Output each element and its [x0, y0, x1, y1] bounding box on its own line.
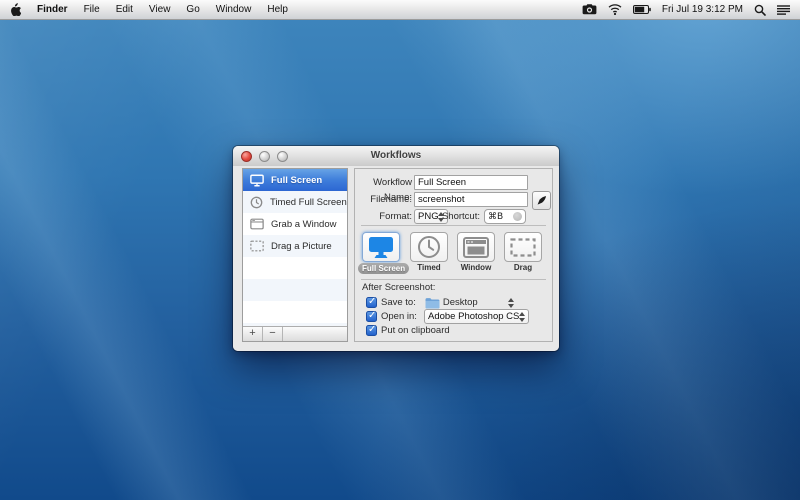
clipboard-row: Put on clipboard: [366, 324, 450, 337]
apple-icon: [10, 3, 21, 16]
list-item-drag-a-picture[interactable]: Drag a Picture: [243, 235, 347, 257]
camera-icon[interactable]: [582, 4, 597, 15]
list-empty-row: [243, 279, 347, 301]
save-to-row: Save to: Desktop: [366, 296, 478, 309]
open-in-checkbox[interactable]: [366, 311, 377, 322]
timer-icon: [250, 196, 263, 209]
shortcut-value: ⌘B: [488, 212, 513, 222]
save-to-label: Save to:: [381, 297, 416, 308]
save-to-stepper-icon[interactable]: [508, 298, 514, 308]
window-content: Full Screen Timed Full Screen Grab a Win…: [233, 166, 559, 351]
menu-item-view[interactable]: View: [141, 0, 179, 19]
marquee-icon: [250, 240, 264, 252]
list-item-label: Grab a Window: [271, 219, 336, 230]
type-button-drag[interactable]: [504, 232, 542, 262]
type-label-drag: Drag: [504, 263, 542, 272]
close-button[interactable]: [241, 151, 252, 162]
display-icon: [250, 174, 264, 187]
workflow-name-label: Workflow Name:: [355, 175, 412, 190]
section-divider: [361, 225, 546, 226]
list-item-grab-a-window[interactable]: Grab a Window: [243, 213, 347, 235]
list-item-full-screen[interactable]: Full Screen: [243, 169, 347, 191]
spotlight-icon[interactable]: [754, 4, 766, 16]
type-button-timed[interactable]: [410, 232, 448, 262]
list-empty-row: [243, 257, 347, 279]
clear-shortcut-icon[interactable]: [513, 212, 522, 221]
open-in-row: Open in:: [366, 310, 417, 323]
menu-clock[interactable]: Fri Jul 19 3:12 PM: [662, 4, 743, 15]
save-to-checkbox[interactable]: [366, 297, 377, 308]
folder-icon: [425, 297, 440, 309]
add-workflow-button[interactable]: +: [243, 327, 263, 341]
list-item-label: Drag a Picture: [271, 241, 332, 252]
timer-icon: [417, 235, 441, 259]
list-footer: + −: [243, 326, 347, 341]
open-in-value: Adobe Photoshop CS5: [428, 311, 519, 322]
open-in-label: Open in:: [381, 311, 417, 322]
menu-bar: Finder File Edit View Go Window Help Fri…: [0, 0, 800, 20]
list-item-label: Timed Full Screen: [270, 197, 347, 208]
stepper-icon: [519, 312, 525, 322]
list-item-label: Full Screen: [271, 175, 322, 186]
type-button-full-screen[interactable]: [362, 232, 400, 262]
window-icon: [250, 218, 264, 230]
clipboard-label: Put on clipboard: [381, 325, 450, 336]
menu-item-file[interactable]: File: [76, 0, 108, 19]
menu-item-finder[interactable]: Finder: [29, 0, 76, 19]
menu-item-help[interactable]: Help: [259, 0, 296, 19]
menu-list-icon[interactable]: [777, 5, 790, 15]
save-to-value[interactable]: Desktop: [443, 297, 478, 308]
section-divider: [361, 279, 546, 280]
workflows-window: Workflows Full Screen Timed: [233, 146, 559, 351]
shortcut-label: Shortcut:: [425, 209, 480, 224]
filename-label: Filename:: [355, 192, 412, 207]
type-label-timed: Timed: [410, 263, 448, 272]
list-item-timed-full-screen[interactable]: Timed Full Screen: [243, 191, 347, 213]
pen-icon: [536, 195, 547, 206]
menu-item-edit[interactable]: Edit: [108, 0, 141, 19]
menu-item-window[interactable]: Window: [208, 0, 260, 19]
remove-workflow-button[interactable]: −: [263, 327, 283, 341]
open-in-popup[interactable]: Adobe Photoshop CS5: [424, 309, 529, 324]
type-label-window: Window: [457, 263, 495, 272]
filename-input[interactable]: [414, 192, 528, 207]
zoom-button[interactable]: [277, 151, 288, 162]
window-titlebar[interactable]: Workflows: [233, 146, 559, 167]
list-empty-row: [243, 301, 347, 323]
workflow-name-input[interactable]: [414, 175, 528, 190]
menu-item-go[interactable]: Go: [178, 0, 207, 19]
workflow-list: Full Screen Timed Full Screen Grab a Win…: [242, 168, 348, 342]
type-button-window[interactable]: [457, 232, 495, 262]
clipboard-checkbox[interactable]: [366, 325, 377, 336]
apple-menu[interactable]: [0, 3, 29, 16]
display-icon: [368, 236, 394, 259]
shortcut-field[interactable]: ⌘B: [484, 209, 526, 224]
type-label-full-screen: Full Screen: [358, 263, 404, 274]
window-icon: [463, 237, 489, 258]
workflow-detail-panel: Workflow Name: Filename: Format: PNG Sho…: [354, 168, 553, 342]
after-screenshot-heading: After Screenshot:: [362, 282, 435, 293]
battery-icon[interactable]: [633, 5, 651, 14]
minimize-button[interactable]: [259, 151, 270, 162]
format-label: Format:: [355, 209, 412, 224]
wifi-icon[interactable]: [608, 4, 622, 15]
filename-token-button[interactable]: [532, 191, 551, 210]
marquee-icon: [510, 238, 536, 257]
